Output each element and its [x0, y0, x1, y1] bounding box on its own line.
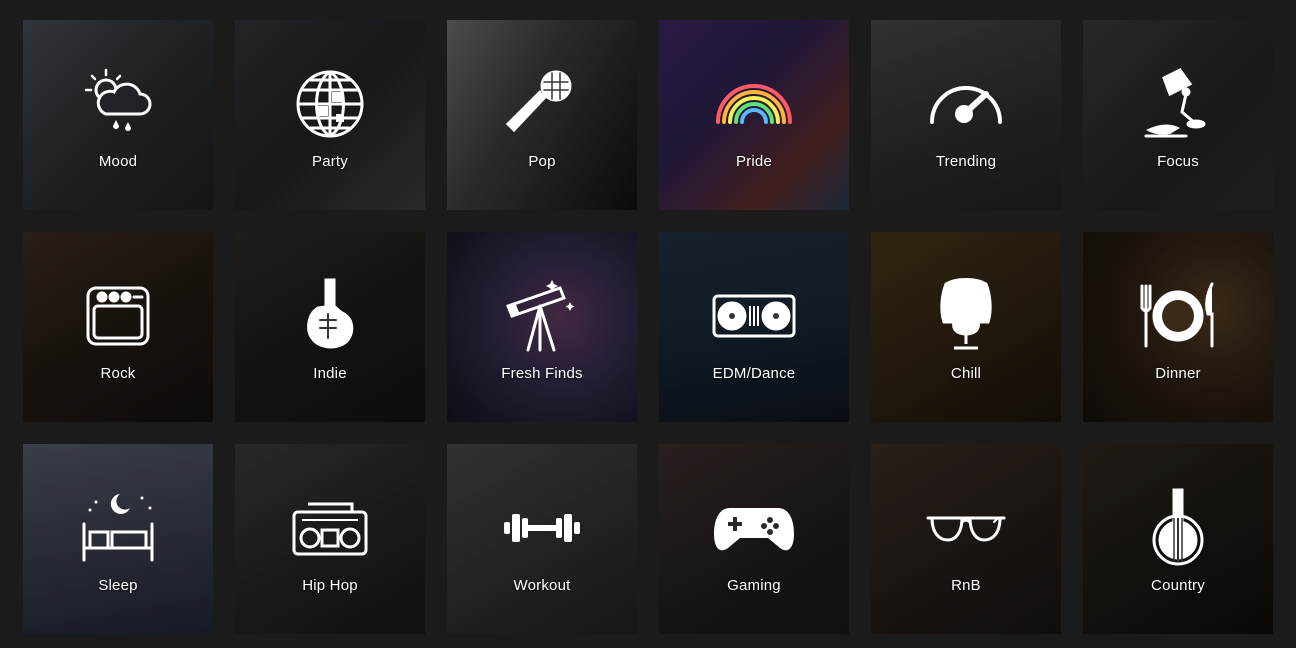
category-tile-pop[interactable]: Pop — [447, 20, 637, 210]
category-label: Dinner — [1155, 365, 1201, 382]
category-tile-indie[interactable]: Indie — [235, 232, 425, 422]
microphone-icon — [500, 64, 584, 144]
speedometer-icon — [924, 64, 1008, 144]
weather-mood-icon — [76, 64, 160, 144]
category-label: Country — [1151, 577, 1205, 594]
category-tile-workout[interactable]: Workout — [447, 444, 637, 634]
electric-guitar-icon — [288, 276, 372, 356]
sunglasses-icon — [924, 488, 1008, 568]
category-tile-edm-dance[interactable]: EDM/Dance — [659, 232, 849, 422]
category-label: Focus — [1157, 153, 1199, 170]
category-label: RnB — [951, 577, 981, 594]
category-label: Rock — [100, 365, 136, 382]
category-tile-rnb[interactable]: RnB — [871, 444, 1061, 634]
category-label: Sleep — [98, 577, 138, 594]
telescope-icon — [500, 276, 584, 356]
category-tile-gaming[interactable]: Gaming — [659, 444, 849, 634]
category-label: Trending — [935, 153, 997, 170]
dj-turntable-icon — [712, 276, 796, 356]
category-label: Mood — [98, 153, 138, 170]
category-label: Indie — [313, 365, 347, 382]
category-tile-mood[interactable]: Mood — [23, 20, 213, 210]
category-label: Chill — [950, 365, 982, 382]
category-label: Hip Hop — [302, 577, 358, 594]
category-label: Workout — [513, 577, 571, 594]
category-tile-sleep[interactable]: Sleep — [23, 444, 213, 634]
category-tile-party[interactable]: Party — [235, 20, 425, 210]
category-tile-hip-hop[interactable]: Hip Hop — [235, 444, 425, 634]
disco-ball-icon — [288, 64, 372, 144]
rainbow-icon — [712, 64, 796, 144]
category-tile-country[interactable]: Country — [1083, 444, 1273, 634]
category-label: Pop — [528, 153, 556, 170]
category-tile-rock[interactable]: Rock — [23, 232, 213, 422]
category-tile-dinner[interactable]: Dinner — [1083, 232, 1273, 422]
desk-lamp-icon — [1136, 64, 1220, 144]
banjo-icon — [1136, 488, 1220, 568]
category-label: EDM/Dance — [712, 365, 796, 382]
category-label: Gaming — [727, 577, 781, 594]
category-tile-trending[interactable]: Trending — [871, 20, 1061, 210]
category-label: Fresh Finds — [501, 365, 583, 382]
category-grid: Mood Party Pop Pride Trending Focus Rock… — [23, 20, 1273, 634]
amplifier-icon — [76, 276, 160, 356]
bed-moon-icon — [76, 488, 160, 568]
dumbbell-icon — [500, 488, 584, 568]
egg-chair-icon — [924, 276, 1008, 356]
category-tile-pride[interactable]: Pride — [659, 20, 849, 210]
category-label: Pride — [735, 153, 773, 170]
dinner-plate-icon — [1136, 276, 1220, 356]
category-tile-fresh-finds[interactable]: Fresh Finds — [447, 232, 637, 422]
gamepad-icon — [712, 488, 796, 568]
category-tile-focus[interactable]: Focus — [1083, 20, 1273, 210]
category-label: Party — [311, 153, 348, 170]
category-tile-chill[interactable]: Chill — [871, 232, 1061, 422]
boombox-icon — [288, 488, 372, 568]
